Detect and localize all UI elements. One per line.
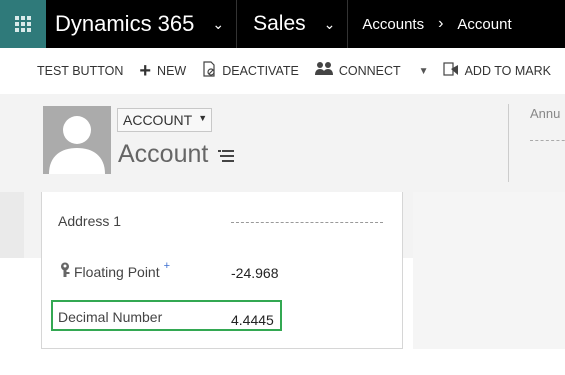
left-gutter [0,192,24,258]
marketing-list-icon [442,61,459,81]
test-button[interactable]: TEST BUTTON [0,64,131,78]
avatar[interactable] [43,106,111,174]
chevron-down-icon[interactable]: ▼ [409,66,439,77]
annual-revenue-label: Annu [530,106,561,121]
connect-button[interactable]: CONNECT [307,61,409,81]
command-bar: TEST BUTTON + NEW DEACTIVATE CONNECT ▼ A… [0,48,565,94]
new-button-label: NEW [157,64,187,78]
app-launcher-button[interactable] [0,0,46,48]
add-to-marketing-list-button[interactable]: ADD TO MARK [439,61,559,81]
address1-label: Address 1 [58,213,122,229]
lock-icon [58,262,72,281]
record-title: Account [118,140,235,169]
new-button[interactable]: + NEW [131,60,194,83]
add-to-marketing-list-label: ADD TO MARK [464,64,551,78]
header-divider [508,104,509,182]
chevron-down-icon[interactable]: ⌄ [212,17,224,31]
record-name: Account [118,140,209,168]
floating-point-label-group: Floating Point + [58,259,171,281]
breadcrumb: Accounts › Account [348,0,511,48]
chevron-down-icon[interactable]: ⌄ [324,17,336,31]
deactivate-button[interactable]: DEACTIVATE [194,61,307,81]
area-name: Sales [253,12,306,35]
floating-point-label: Floating Point [74,263,160,280]
floating-point-value[interactable]: -24.968 [231,265,278,281]
view-menu-icon[interactable] [218,140,235,169]
product-title[interactable]: Dynamics 365 ⌄ [46,0,236,48]
waffle-icon [15,16,31,32]
right-panel [413,192,565,349]
chevron-right-icon: › [438,15,444,32]
address1-input[interactable] [231,222,383,233]
plus-icon: + [139,59,152,82]
connect-icon [314,61,333,81]
area-selector[interactable]: Sales ⌄ [237,0,347,48]
top-navigation-bar: Dynamics 365 ⌄ Sales ⌄ Accounts › Accoun… [0,0,565,48]
annual-revenue-value[interactable] [530,140,565,141]
connect-button-label: CONNECT [338,64,401,78]
breadcrumb-accounts[interactable]: Accounts [362,16,424,33]
test-button-label: TEST BUTTON [37,64,124,78]
product-name: Dynamics 365 [55,11,195,36]
form-selector[interactable]: ACCOUNT ▼ [117,108,212,132]
deactivate-button-label: DEACTIVATE [222,64,299,78]
caret-down-icon: ▼ [198,113,208,123]
deactivate-icon [202,61,216,81]
entity-type-label: ACCOUNT [123,112,193,128]
breadcrumb-account[interactable]: Account [457,16,511,33]
recommended-marker: + [163,259,171,272]
decimal-number-highlight [51,300,282,331]
